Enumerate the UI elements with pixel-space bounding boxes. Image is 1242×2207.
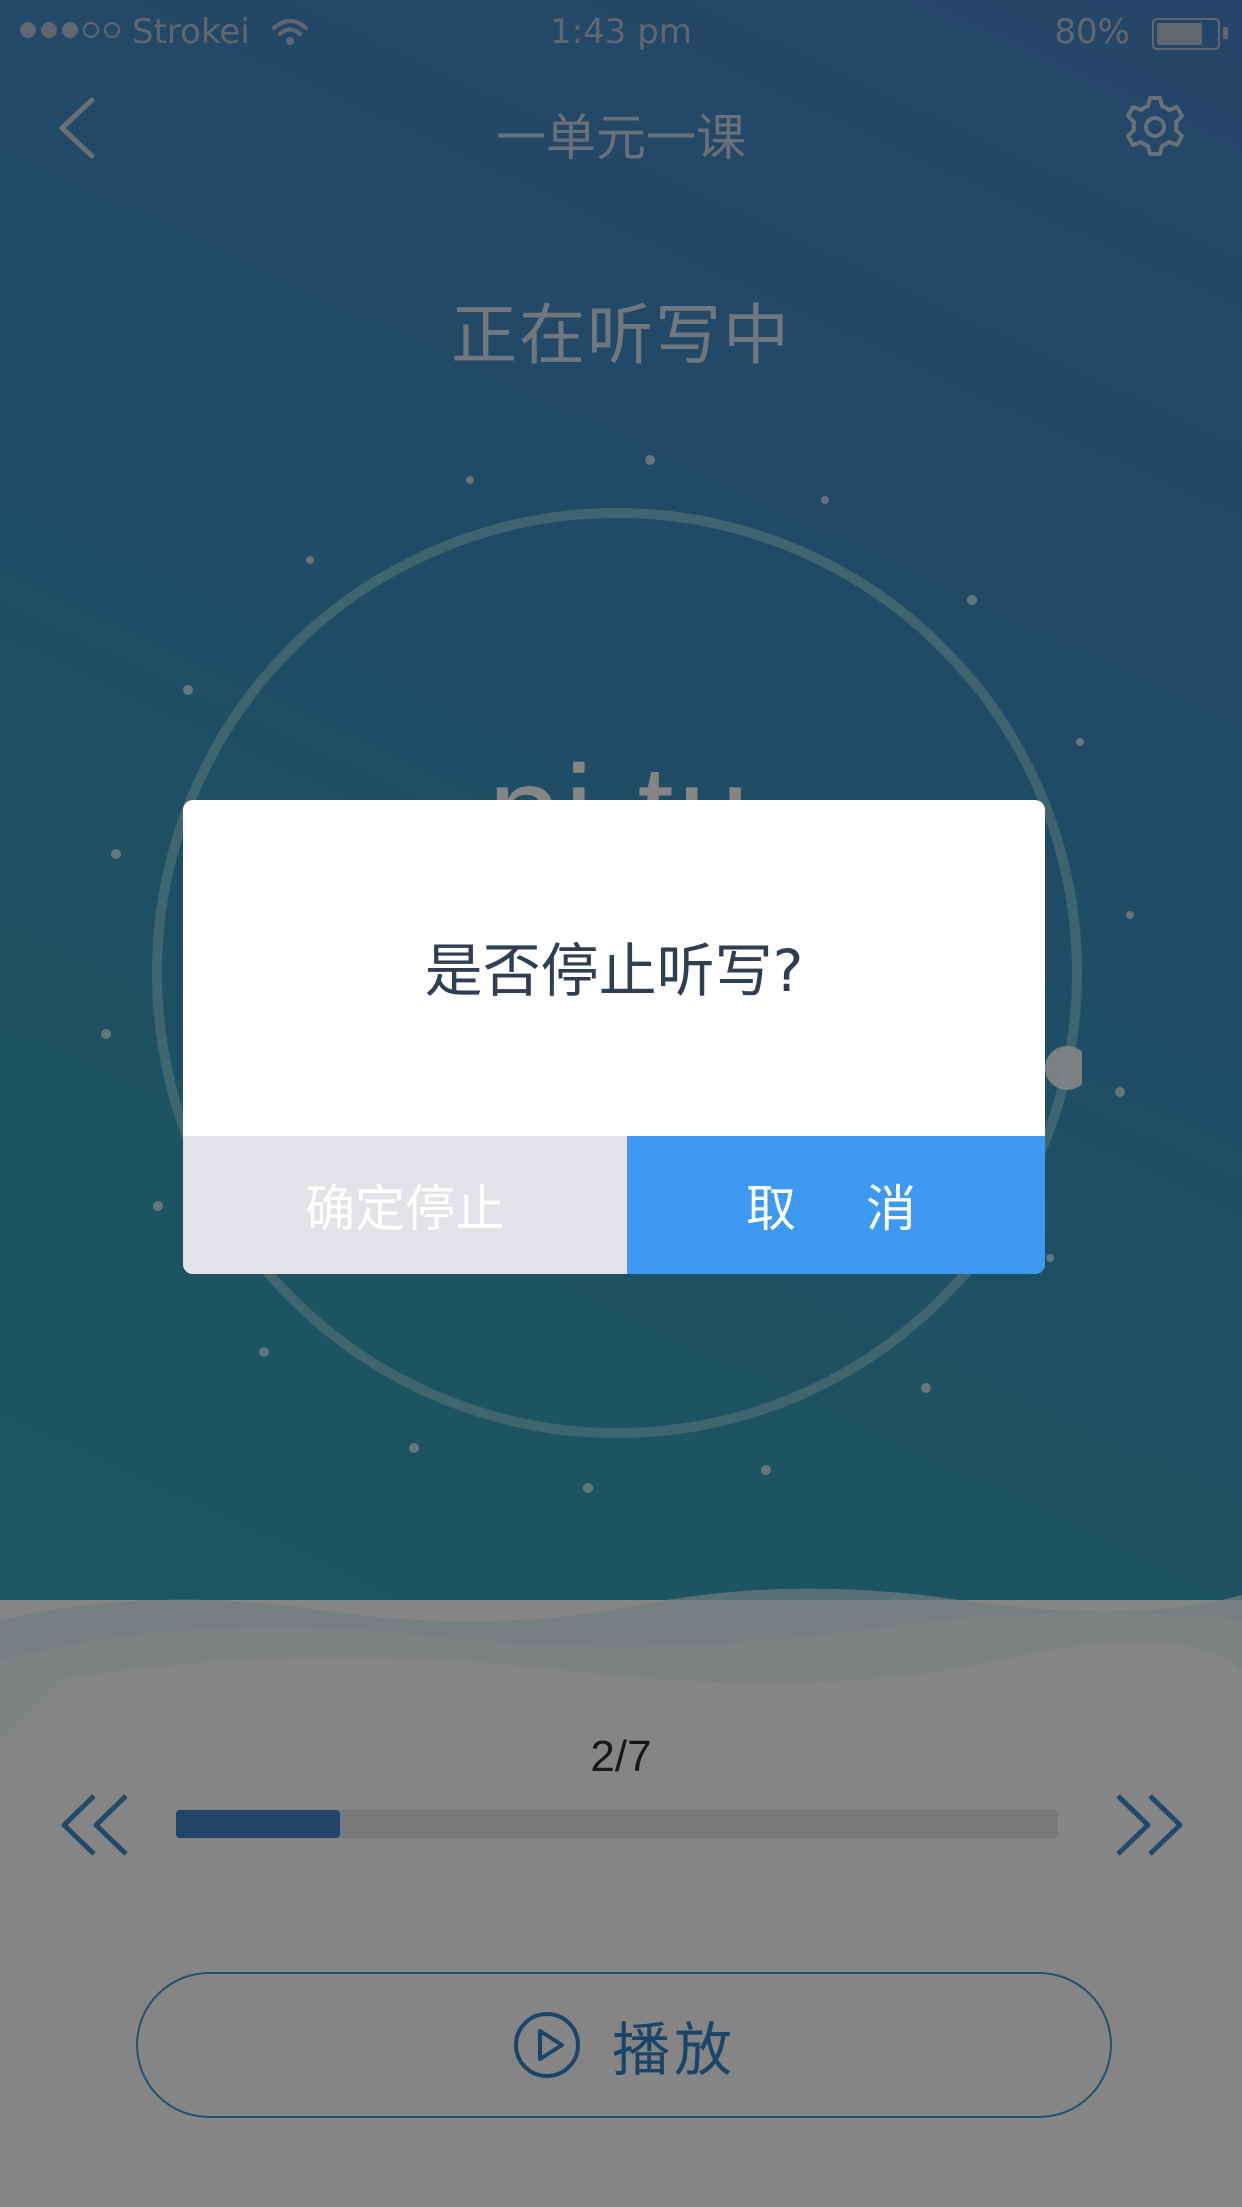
dialog-buttons: 确定停止 取 消 bbox=[183, 1136, 1045, 1274]
dialog-message: 是否停止听写? bbox=[424, 937, 804, 1005]
cancel-button[interactable]: 取 消 bbox=[627, 1136, 1045, 1274]
stop-dictation-dialog: 是否停止听写? 确定停止 取 消 bbox=[183, 800, 1045, 1274]
confirm-stop-button[interactable]: 确定停止 bbox=[183, 1136, 627, 1274]
